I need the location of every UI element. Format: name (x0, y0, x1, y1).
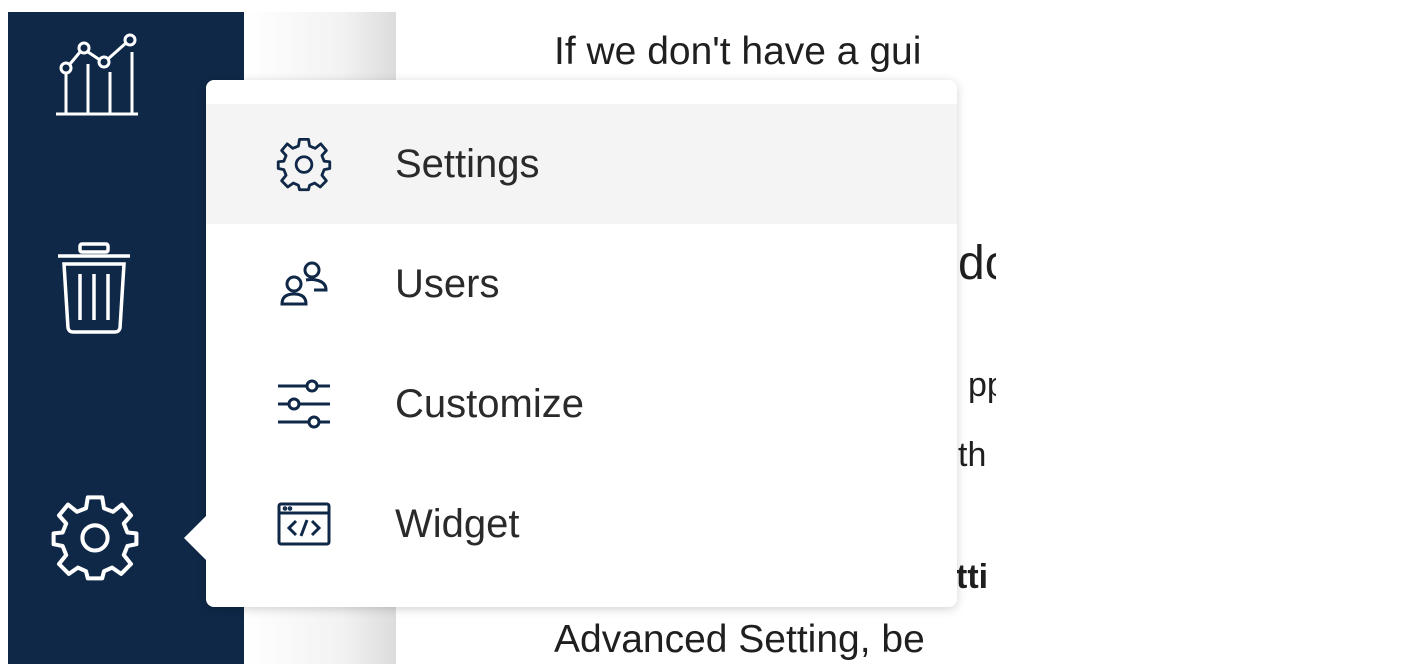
popup-pointer (184, 516, 206, 560)
menu-item-widget[interactable]: Widget (206, 464, 957, 584)
menu-item-label: Customize (395, 381, 584, 426)
sliders-icon (276, 376, 332, 432)
content-text-fragment: pp (968, 366, 996, 404)
menu-item-users[interactable]: Users (206, 224, 957, 344)
menu-item-label: Settings (395, 141, 540, 186)
content-text-line: If we don't have a gui (554, 30, 922, 73)
menu-item-label: Users (395, 261, 500, 306)
code-window-icon (276, 496, 332, 552)
settings-popup-menu: Settings Users Customize Widget (184, 80, 957, 607)
analytics-icon[interactable] (52, 24, 142, 120)
gear-icon (276, 136, 332, 192)
menu-item-label: Widget (395, 501, 520, 546)
menu-list: Settings Users Customize Widget (206, 104, 957, 584)
content-bold-fragment: tti (956, 558, 989, 596)
gear-icon[interactable] (50, 492, 140, 582)
menu-item-settings[interactable]: Settings (206, 104, 957, 224)
users-icon (276, 256, 332, 312)
trash-icon[interactable] (54, 240, 134, 336)
content-heading-fragment: dc (958, 237, 996, 290)
content-text-fragment: th (958, 436, 987, 474)
menu-item-customize[interactable]: Customize (206, 344, 957, 464)
content-text-line: Advanced Setting, be (554, 618, 925, 661)
